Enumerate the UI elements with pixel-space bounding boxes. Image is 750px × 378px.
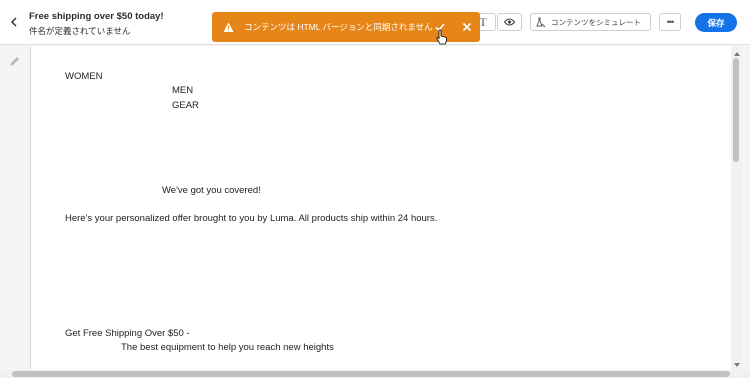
promo-title: Get Free Shipping Over $50 -	[65, 328, 190, 339]
simulate-label: コンテンツをシミュレート	[551, 17, 641, 27]
pointer-cursor-icon	[436, 29, 447, 45]
horizontal-scroll-thumb[interactable]	[12, 371, 730, 377]
email-canvas: WOMEN MEN GEAR We've got you covered! He…	[30, 46, 731, 370]
preview-eye-icon	[504, 18, 515, 26]
nav-link-men[interactable]: MEN	[172, 85, 193, 96]
close-icon[interactable]	[461, 21, 473, 33]
promo-subtitle: The best equipment to help you reach new…	[121, 342, 334, 353]
scroll-up-arrow[interactable]	[734, 52, 740, 56]
nav-link-women[interactable]: WOMEN	[65, 71, 102, 82]
page-title: Free shipping over $50 today!	[29, 11, 164, 22]
vertical-scrollbar[interactable]	[731, 46, 742, 370]
preview-button[interactable]	[497, 13, 522, 31]
toast-message: コンテンツは HTML バージョンと同期されません	[244, 22, 433, 32]
simulate-icon	[536, 17, 546, 27]
back-button[interactable]	[6, 13, 22, 31]
hero-heading: We've got you covered!	[162, 185, 261, 196]
body-text: Here's your personalized offer brought t…	[65, 213, 438, 224]
page-subtitle: 件名が定義されていません	[29, 26, 131, 36]
simulate-content-button[interactable]: コンテンツをシミュレート	[530, 13, 651, 31]
back-chevron-icon	[10, 17, 17, 27]
horizontal-scrollbar[interactable]	[0, 370, 750, 378]
scroll-down-arrow[interactable]	[734, 363, 740, 367]
nav-link-gear[interactable]: GEAR	[172, 100, 199, 111]
more-button[interactable]: •••	[659, 13, 681, 31]
save-button[interactable]: 保存	[695, 13, 737, 32]
vertical-scroll-thumb[interactable]	[733, 58, 739, 162]
warning-icon	[223, 22, 234, 32]
pencil-icon[interactable]	[9, 56, 20, 67]
